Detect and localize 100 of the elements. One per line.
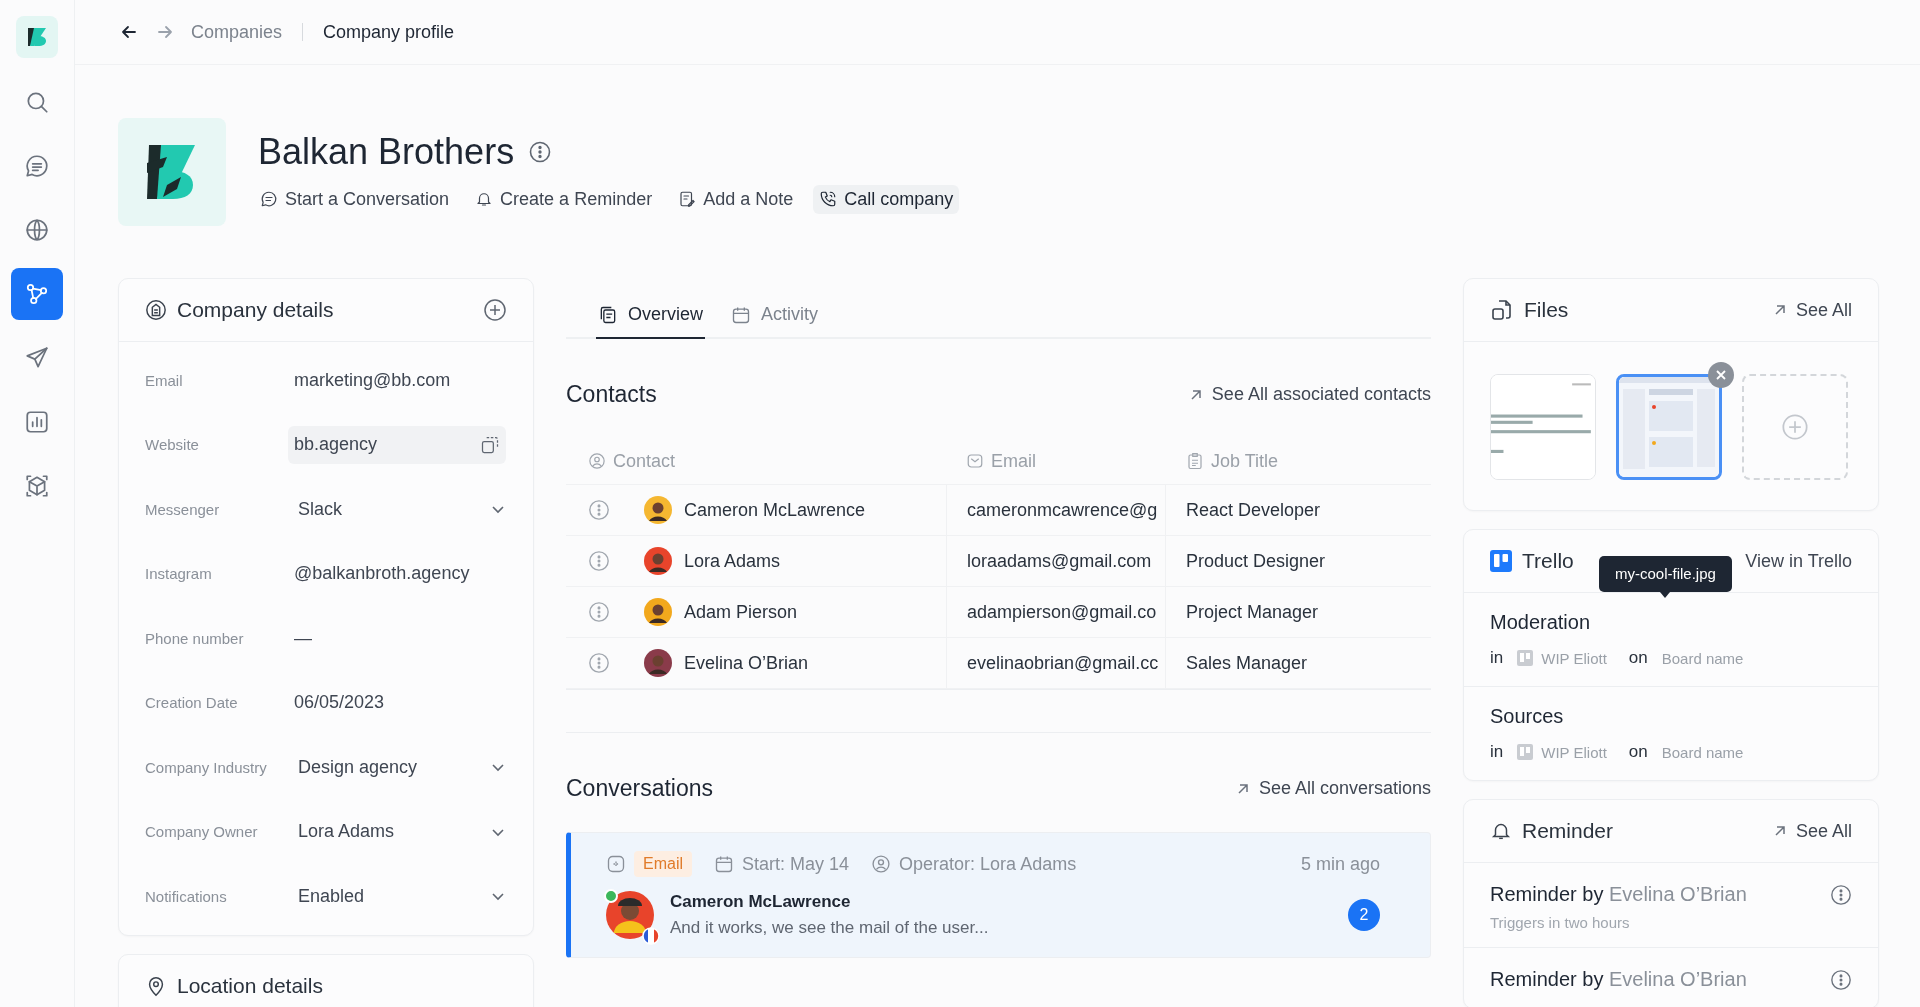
- table-cell: adampierson@gmail.co: [946, 587, 1166, 637]
- phone-icon[interactable]: [819, 190, 838, 208]
- cube-icon[interactable]: [24, 473, 50, 499]
- breadcrumb-item: Company profile: [323, 21, 455, 43]
- more-options-icon[interactable]: [1830, 968, 1852, 991]
- preposition-label: on: [1628, 648, 1648, 668]
- network-icon[interactable]: [24, 281, 50, 307]
- column-header: Contact: [566, 450, 946, 472]
- field-label: Website: [145, 436, 200, 454]
- see-all-link[interactable]: See All: [1771, 299, 1852, 321]
- channel-icon: [606, 854, 626, 874]
- see-all-link[interactable]: See All associated contacts: [1187, 384, 1431, 405]
- board-icon: [1517, 650, 1534, 666]
- board-icon: [1517, 744, 1534, 760]
- contact-name[interactable]: Evelina O’Brian: [684, 652, 809, 674]
- dropdown[interactable]: Design agency: [294, 756, 506, 778]
- trello-card-title[interactable]: Sources: [1490, 705, 1564, 728]
- conversation-card[interactable]: Email Start: May 14 Operator: Lora Adams 5 min ago Cameron McLawrence And it works, we see the mail of the user... 2: [566, 832, 1431, 958]
- field-label: Notifications: [145, 887, 228, 905]
- website-field[interactable]: bb.agency: [288, 425, 506, 464]
- dropdown[interactable]: Slack: [294, 498, 506, 520]
- chart-icon[interactable]: [24, 409, 50, 435]
- table-cell: evelinaobrian@gmail.cc: [946, 638, 1166, 688]
- channel-tag: Email: [634, 851, 692, 877]
- table-cell-text: Product Designer: [1185, 549, 1327, 573]
- add-icon[interactable]: [483, 298, 507, 322]
- person-icon: [871, 854, 892, 874]
- more-options-icon[interactable]: [1830, 883, 1852, 906]
- field-label: Messenger: [145, 500, 221, 518]
- see-all-link[interactable]: See All conversations: [1234, 778, 1431, 799]
- chat-icon[interactable]: [24, 153, 50, 179]
- sidebar-network-button[interactable]: [11, 268, 63, 320]
- reminder-note: Triggers in two hours: [1490, 914, 1631, 931]
- chat-icon[interactable]: [260, 190, 278, 208]
- more-options-icon[interactable]: [588, 499, 610, 521]
- avatar: [644, 598, 672, 626]
- overview-icon[interactable]: [598, 304, 618, 325]
- trello-card-title[interactable]: Moderation: [1490, 611, 1591, 634]
- list-name: WIP Eliott: [1541, 743, 1607, 761]
- badge-icon: [1186, 452, 1204, 470]
- note-icon[interactable]: [678, 190, 697, 208]
- table-cell-text: Project Manager: [1185, 600, 1320, 624]
- field-value: —: [294, 627, 312, 649]
- reminder-title: Reminder by Evelina O’Brian: [1490, 883, 1747, 906]
- bell-icon[interactable]: [475, 190, 494, 208]
- tab[interactable]: Activity: [729, 294, 821, 339]
- remove-file-button[interactable]: [1708, 362, 1734, 388]
- building-icon: [145, 299, 167, 321]
- card-title: Location details: [177, 973, 323, 998]
- calendar-icon: [714, 854, 734, 874]
- table-cell-text: React Developer: [1185, 498, 1322, 522]
- reminder-title: Reminder by Evelina O’Brian: [1490, 968, 1747, 991]
- field-label: Company Owner: [145, 823, 259, 841]
- field-label: Company Industry: [145, 758, 268, 776]
- person-icon: [588, 452, 606, 470]
- company-name: Balkan Brothers: [258, 130, 515, 173]
- info-icon[interactable]: [528, 139, 553, 164]
- column-header: Job Title: [1166, 450, 1431, 472]
- more-options-icon[interactable]: [588, 601, 610, 623]
- files-icon: [1490, 298, 1514, 322]
- contact-name[interactable]: Adam Pierson: [684, 601, 798, 623]
- preposition-label: on: [1628, 742, 1648, 762]
- field-label: Email: [145, 371, 184, 389]
- close-icon[interactable]: [1715, 369, 1727, 381]
- start-date: Start: May 14: [742, 853, 850, 875]
- breadcrumb-item[interactable]: Companies: [191, 21, 283, 43]
- avatar: [644, 496, 672, 524]
- column-header: Email: [946, 450, 1166, 472]
- mail-icon: [966, 452, 984, 470]
- copy-icon[interactable]: [480, 434, 500, 455]
- chat-action-button[interactable]: Start a Conversation: [254, 184, 456, 214]
- contact-name[interactable]: Lora Adams: [684, 550, 781, 572]
- tooltip-pointer: [1660, 592, 1671, 598]
- see-all-link[interactable]: See All: [1771, 820, 1852, 842]
- card-title: Company details: [177, 298, 334, 322]
- contact-name[interactable]: Cameron McLawrence: [684, 499, 866, 521]
- field-label: Instagram: [145, 565, 213, 583]
- bell-action-button[interactable]: Create a Reminder: [469, 184, 659, 214]
- timestamp: 5 min ago: [1300, 853, 1380, 875]
- globe-icon[interactable]: [24, 217, 50, 243]
- avatar: [644, 649, 672, 677]
- field-value: marketing@bb.com: [294, 369, 451, 391]
- table-cell: cameronmcawrence@g: [946, 485, 1166, 535]
- avatar: [644, 547, 672, 575]
- field-label: Phone number: [145, 629, 245, 647]
- table-cell-text: Sales Manager: [1185, 651, 1309, 675]
- tab[interactable]: Overview: [596, 294, 705, 339]
- field-value: 06/05/2023: [294, 692, 385, 714]
- app-logo[interactable]: [16, 16, 58, 58]
- view-in-trello-link[interactable]: View in Trello: [1745, 550, 1852, 572]
- dropdown[interactable]: Enabled: [294, 885, 506, 907]
- more-options-icon[interactable]: [588, 550, 610, 572]
- more-options-icon[interactable]: [588, 652, 610, 674]
- section-title: Conversations: [566, 775, 714, 802]
- dropdown[interactable]: Lora Adams: [294, 821, 506, 843]
- trello-logo-icon: [1490, 550, 1512, 572]
- phone-action-button[interactable]: Call company: [813, 184, 960, 214]
- table-cell: loraadams@gmail.com: [946, 536, 1166, 586]
- note-action-button[interactable]: Add a Note: [672, 184, 800, 214]
- field-label: Creation Date: [145, 694, 239, 712]
